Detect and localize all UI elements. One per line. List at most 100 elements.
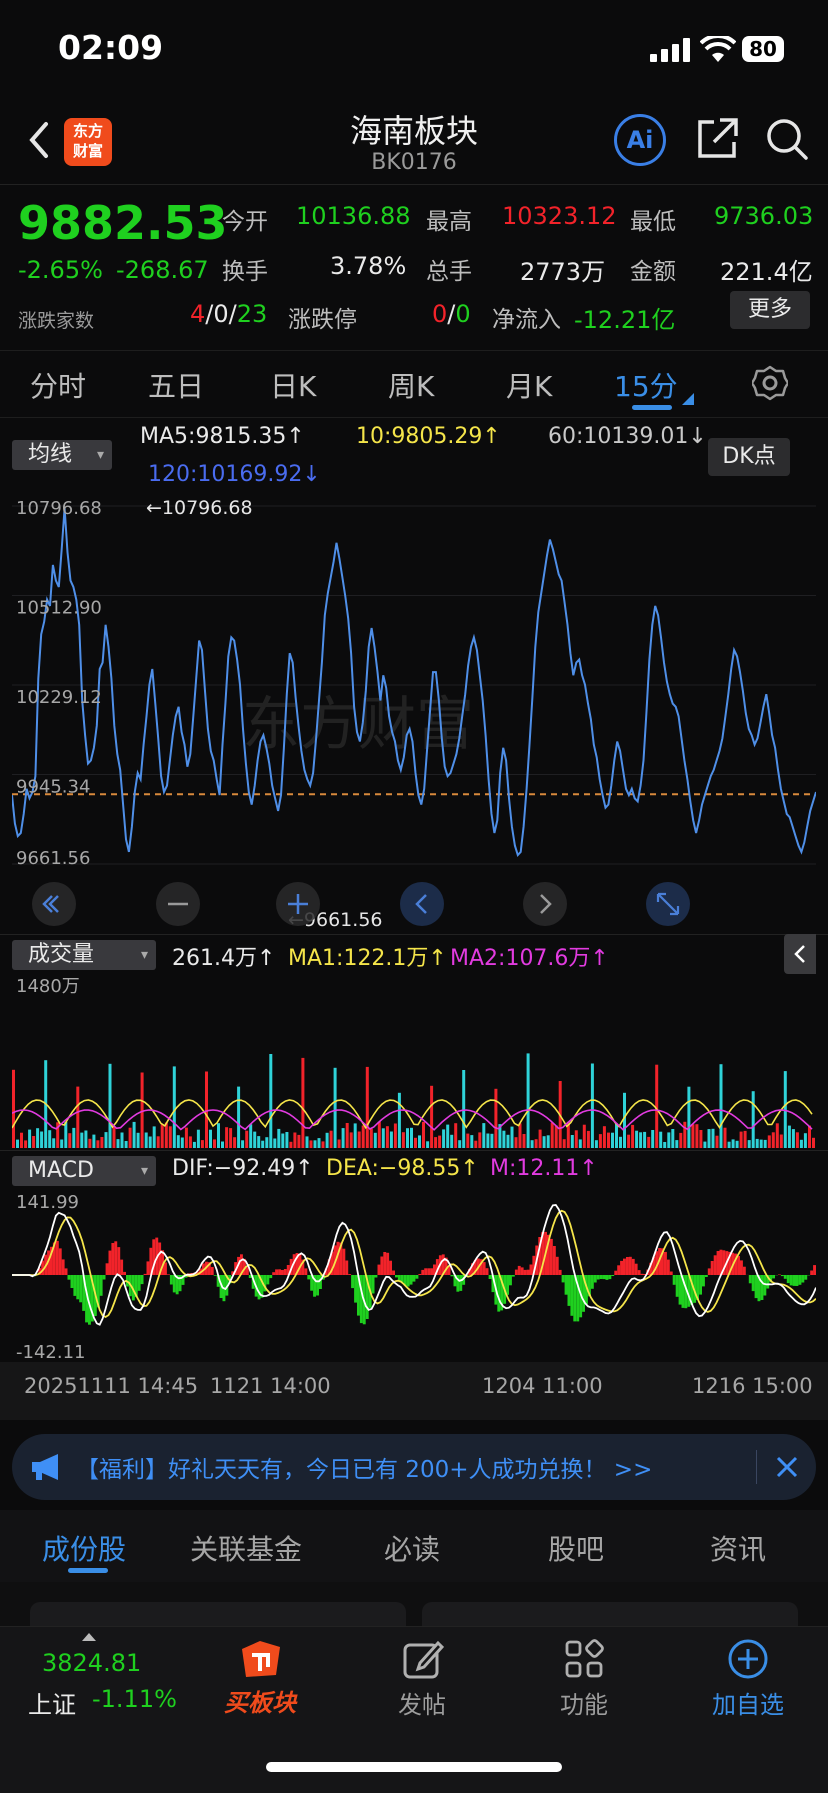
volume-bar	[768, 1135, 771, 1148]
macd-bar	[632, 1259, 635, 1275]
volume-bar	[478, 1132, 481, 1148]
macd-bar	[670, 1272, 673, 1276]
volume-value: 261.4万↑	[172, 940, 275, 972]
tab-monthly-k[interactable]: 月K	[506, 365, 552, 405]
macd-bar	[123, 1272, 126, 1275]
share-icon[interactable]	[694, 116, 740, 162]
price-line-chart[interactable]: 东方财富 10796.6810512.9010229.129945.349661…	[12, 494, 816, 934]
buy-sector-label[interactable]: 买板块	[210, 1683, 310, 1718]
prev-button[interactable]	[400, 882, 444, 926]
breadth-flat: 0	[213, 300, 228, 328]
next-button[interactable]	[523, 882, 567, 926]
y-tick-label: 10229.12	[16, 687, 102, 708]
function-grid-icon[interactable]	[564, 1639, 604, 1679]
volume-bar	[599, 1134, 602, 1148]
tab-related-funds[interactable]: 关联基金	[190, 1528, 302, 1568]
macd-bar	[167, 1274, 170, 1275]
promo-banner[interactable]: 【福利】好礼天天有，今日已有 200+人成功兑换！ >>	[12, 1434, 816, 1500]
dk-point-button[interactable]: DK点	[708, 438, 790, 476]
tab-15min[interactable]: 15分	[614, 365, 678, 405]
volume-bar	[117, 1139, 120, 1148]
tab-daily-k[interactable]: 日K	[270, 365, 316, 405]
post-icon[interactable]	[402, 1639, 444, 1681]
volume-ma2: MA2:107.6万↑	[450, 940, 609, 972]
volume-bar	[129, 1128, 132, 1148]
fullscreen-button[interactable]	[646, 882, 690, 926]
tab-five-day[interactable]: 五日	[148, 365, 204, 405]
y-tick-label: 10512.90	[16, 598, 102, 619]
volume-bar	[663, 1142, 666, 1148]
search-icon[interactable]	[764, 116, 810, 162]
volume-bar	[716, 1136, 719, 1148]
macd-bar	[793, 1275, 796, 1286]
volume-bar	[583, 1125, 586, 1148]
volume-bar	[430, 1086, 433, 1148]
index-value[interactable]: 3824.81	[42, 1649, 141, 1677]
tab-intraday[interactable]: 分时	[30, 365, 86, 405]
index-change[interactable]: -1.11%	[92, 1685, 177, 1713]
close-icon[interactable]	[774, 1454, 800, 1480]
volume-bar	[370, 1129, 373, 1148]
tab-news[interactable]: 资讯	[710, 1528, 766, 1568]
volume-bar	[96, 1140, 99, 1148]
macd-bar	[71, 1275, 74, 1288]
add-watchlist-label[interactable]: 加自选	[696, 1685, 800, 1720]
macd-bar	[784, 1275, 787, 1279]
corner-triangle-icon	[682, 393, 694, 405]
volume-bar	[466, 1134, 469, 1148]
volume-bar	[494, 1089, 497, 1148]
volume-bar	[502, 1131, 505, 1148]
zoom-in-button[interactable]	[276, 882, 320, 926]
volume-bar	[635, 1131, 638, 1148]
volume-bar	[378, 1122, 381, 1148]
ma-selector[interactable]: 均线	[12, 440, 112, 470]
scroll-left-button[interactable]	[32, 882, 76, 926]
gear-icon[interactable]	[752, 365, 788, 401]
volume-bar	[213, 1139, 216, 1148]
macd-bar	[103, 1275, 106, 1280]
macd-bar	[76, 1275, 79, 1299]
volume-bar	[346, 1123, 349, 1148]
volume-bar	[579, 1139, 582, 1148]
tab-must-read[interactable]: 必读	[384, 1528, 440, 1568]
macd-bar	[749, 1275, 752, 1283]
volume-bar	[551, 1123, 554, 1148]
macd-bar	[755, 1275, 758, 1298]
collapse-panel-button[interactable]	[784, 934, 816, 974]
volume-bar	[515, 1137, 518, 1148]
macd-bar	[483, 1262, 486, 1275]
volume-bar	[486, 1134, 489, 1149]
more-button[interactable]: 更多	[730, 291, 810, 329]
volume-bar	[523, 1134, 526, 1148]
high-marker: ←10796.68	[146, 497, 253, 519]
buy-sector-icon[interactable]	[236, 1637, 286, 1681]
macd-bar	[667, 1260, 670, 1275]
tab-weekly-k[interactable]: 周K	[388, 365, 434, 405]
volume-bar	[398, 1093, 401, 1148]
ai-button[interactable]: Ai	[614, 114, 666, 166]
volume-bar	[145, 1133, 148, 1149]
volume-selector[interactable]: 成交量	[12, 940, 156, 970]
volume-bar	[651, 1130, 654, 1148]
macd-min-label: -142.11	[16, 1342, 85, 1362]
caret-up-icon[interactable]	[82, 1631, 96, 1641]
function-label[interactable]: 功能	[534, 1685, 634, 1720]
content-tabs: 成份股 关联基金 必读 股吧 资讯	[0, 1510, 828, 1582]
macd-selector[interactable]: MACD	[12, 1156, 156, 1186]
post-label[interactable]: 发帖	[372, 1685, 472, 1720]
macd-bar	[801, 1275, 804, 1283]
volume-bar	[808, 1126, 811, 1148]
volume-bar	[225, 1127, 228, 1148]
tab-constituents[interactable]: 成份股	[42, 1528, 126, 1568]
add-watchlist-icon[interactable]	[726, 1637, 770, 1681]
signal-icon	[650, 38, 692, 62]
macd-bar	[664, 1252, 667, 1275]
macd-bar	[790, 1275, 793, 1285]
index-name[interactable]: 上证	[28, 1685, 76, 1720]
tab-forum[interactable]: 股吧	[548, 1528, 604, 1568]
x-tick-label: 1121 14:00	[210, 1374, 331, 1398]
volume-bar	[695, 1124, 698, 1148]
zoom-out-button[interactable]	[156, 882, 200, 926]
banner-text: 【福利】好礼天天有，今日已有 200+人成功兑换！ >>	[76, 1450, 652, 1484]
limit-down: 0	[455, 300, 470, 328]
